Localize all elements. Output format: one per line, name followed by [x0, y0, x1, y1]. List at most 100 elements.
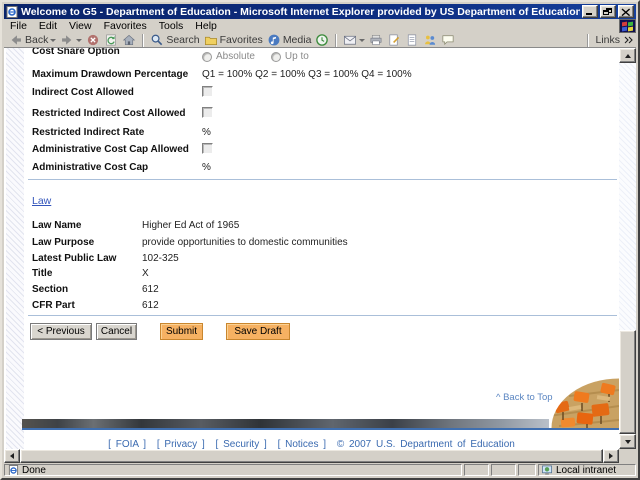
form-row: Administrative Cost Cap %	[32, 162, 617, 175]
refresh-button[interactable]	[102, 33, 120, 47]
menu-edit[interactable]: Edit	[33, 20, 63, 32]
media-icon	[268, 34, 280, 46]
vertical-scrollbar[interactable]	[619, 48, 636, 449]
menu-favorites[interactable]: Favorites	[98, 20, 153, 32]
form-row: Administrative Cost Cap Allowed	[32, 143, 617, 157]
stop-icon	[88, 34, 99, 46]
window-title: Welcome to G5 - Department of Education …	[21, 5, 580, 18]
back-button[interactable]: Back	[7, 33, 58, 47]
close-icon	[621, 8, 631, 17]
field-label: Restricted Indirect Cost Allowed	[32, 108, 186, 119]
minimize-button[interactable]	[582, 5, 598, 18]
stop-button[interactable]	[84, 33, 102, 47]
save-draft-button[interactable]: Save Draft	[226, 323, 290, 340]
toolbar: Back Search Favorites Media Links	[4, 33, 636, 47]
submit-button[interactable]: Submit	[160, 323, 203, 340]
search-icon	[151, 34, 163, 46]
print-button[interactable]	[367, 33, 385, 47]
administrative-cost-cap-allowed-checkbox[interactable]	[202, 143, 213, 154]
forward-dropdown-caret-icon[interactable]	[76, 38, 83, 42]
notices-link[interactable]: [ Notices ]	[278, 439, 326, 449]
edit-icon	[389, 34, 400, 46]
menu-help[interactable]: Help	[189, 20, 223, 32]
arrow-left-icon	[10, 453, 14, 459]
field-value: Higher Ed Act of 1965	[142, 220, 240, 231]
field-label: Law Purpose	[32, 237, 95, 248]
links-chevron-icon[interactable]	[624, 35, 633, 45]
previous-button[interactable]: < Previous	[30, 323, 92, 340]
back-icon	[11, 35, 21, 45]
restricted-indirect-cost-allowed-checkbox[interactable]	[202, 107, 213, 118]
scroll-up-button[interactable]	[619, 48, 636, 63]
restore-button[interactable]	[600, 5, 616, 18]
field-value: %	[202, 127, 211, 138]
browser-window: Welcome to G5 - Department of Education …	[0, 0, 640, 480]
favorites-icon	[204, 36, 217, 46]
field-label: CFR Part	[32, 300, 75, 311]
law-row: Law Purpose provide opportunities to dom…	[32, 237, 617, 250]
mail-button[interactable]	[341, 33, 367, 47]
field-label: Administrative Cost Cap Allowed	[32, 144, 189, 155]
field-value: 612	[142, 284, 159, 295]
discuss-speech-bubble-icon	[442, 35, 454, 46]
field-label: Administrative Cost Cap	[32, 162, 149, 173]
menu-file[interactable]: File	[4, 20, 33, 32]
messenger-button[interactable]	[421, 33, 439, 47]
field-value: X	[142, 268, 149, 279]
menu-tools[interactable]: Tools	[153, 20, 190, 32]
security-zone-pane: Local intranet	[538, 464, 636, 476]
arrow-up-icon	[624, 53, 631, 58]
horizontal-scrollbar[interactable]	[4, 449, 619, 463]
search-button[interactable]: Search	[148, 33, 201, 47]
minimize-icon	[586, 13, 592, 15]
radio-up-to[interactable]	[270, 51, 281, 62]
back-dropdown-caret-icon[interactable]	[50, 38, 57, 42]
field-label: Section	[32, 284, 69, 295]
arrow-down-icon	[624, 439, 631, 444]
scroll-down-button[interactable]	[619, 434, 636, 449]
scroll-right-button[interactable]	[603, 449, 619, 463]
section-divider	[28, 315, 617, 316]
status-pane-empty	[464, 464, 489, 476]
radio-absolute[interactable]	[202, 51, 212, 62]
cost-share-radio-group: Absolute Up to	[202, 51, 325, 62]
field-label: Latest Public Law	[32, 253, 117, 264]
field-label: Indirect Cost Allowed	[32, 87, 134, 98]
discuss-button[interactable]	[439, 33, 457, 47]
vertical-scrollbar-thumb[interactable]	[619, 330, 636, 434]
favorites-label: Favorites	[219, 34, 263, 46]
status-pane: Done	[4, 464, 462, 476]
field-value: 102-325	[142, 253, 179, 264]
toolbar-separator	[142, 33, 145, 47]
cancel-button[interactable]: Cancel	[96, 323, 137, 340]
law-section-link[interactable]: Law	[32, 195, 51, 207]
messenger-people-icon	[425, 35, 436, 45]
edit-button[interactable]	[385, 33, 403, 47]
indirect-cost-allowed-checkbox[interactable]	[202, 86, 213, 97]
back-to-top-link[interactable]: ^ Back to Top	[496, 392, 553, 403]
edit-document-button[interactable]	[403, 33, 421, 47]
local-intranet-icon	[542, 465, 552, 475]
security-link[interactable]: [ Security ]	[216, 439, 267, 449]
media-label: Media	[282, 34, 312, 46]
forward-button[interactable]	[58, 33, 84, 47]
horizontal-scrollbar-thumb[interactable]	[20, 449, 603, 463]
foia-link[interactable]: [ FOIA ]	[108, 439, 146, 449]
menu-bar: File Edit View Favorites Tools Help	[4, 19, 636, 33]
field-label: Title	[32, 268, 53, 279]
close-button[interactable]	[618, 5, 634, 18]
home-button[interactable]	[120, 33, 138, 47]
scroll-left-button[interactable]	[4, 449, 20, 463]
section-divider	[28, 179, 617, 180]
home-icon	[123, 34, 136, 45]
media-button[interactable]: Media	[265, 33, 314, 47]
links-label[interactable]: Links	[595, 34, 620, 46]
back-label: Back	[25, 34, 49, 46]
history-button[interactable]	[313, 33, 331, 47]
forward-icon	[62, 35, 72, 45]
menu-view[interactable]: View	[63, 20, 98, 32]
privacy-link[interactable]: [ Privacy ]	[157, 439, 205, 449]
favorites-button[interactable]: Favorites	[202, 33, 265, 47]
mail-dropdown-caret-icon[interactable]	[359, 38, 366, 42]
title-bar[interactable]: Welcome to G5 - Department of Education …	[4, 4, 636, 19]
